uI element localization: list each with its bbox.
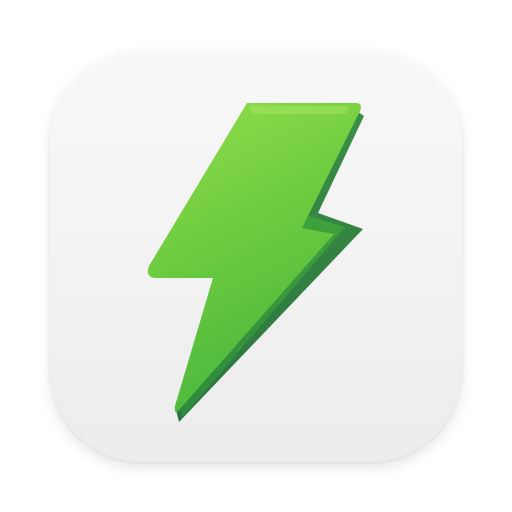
lightning-bolt-icon	[147, 103, 364, 422]
app-icon-canvas	[0, 0, 512, 512]
bolt-highlight	[249, 106, 350, 114]
